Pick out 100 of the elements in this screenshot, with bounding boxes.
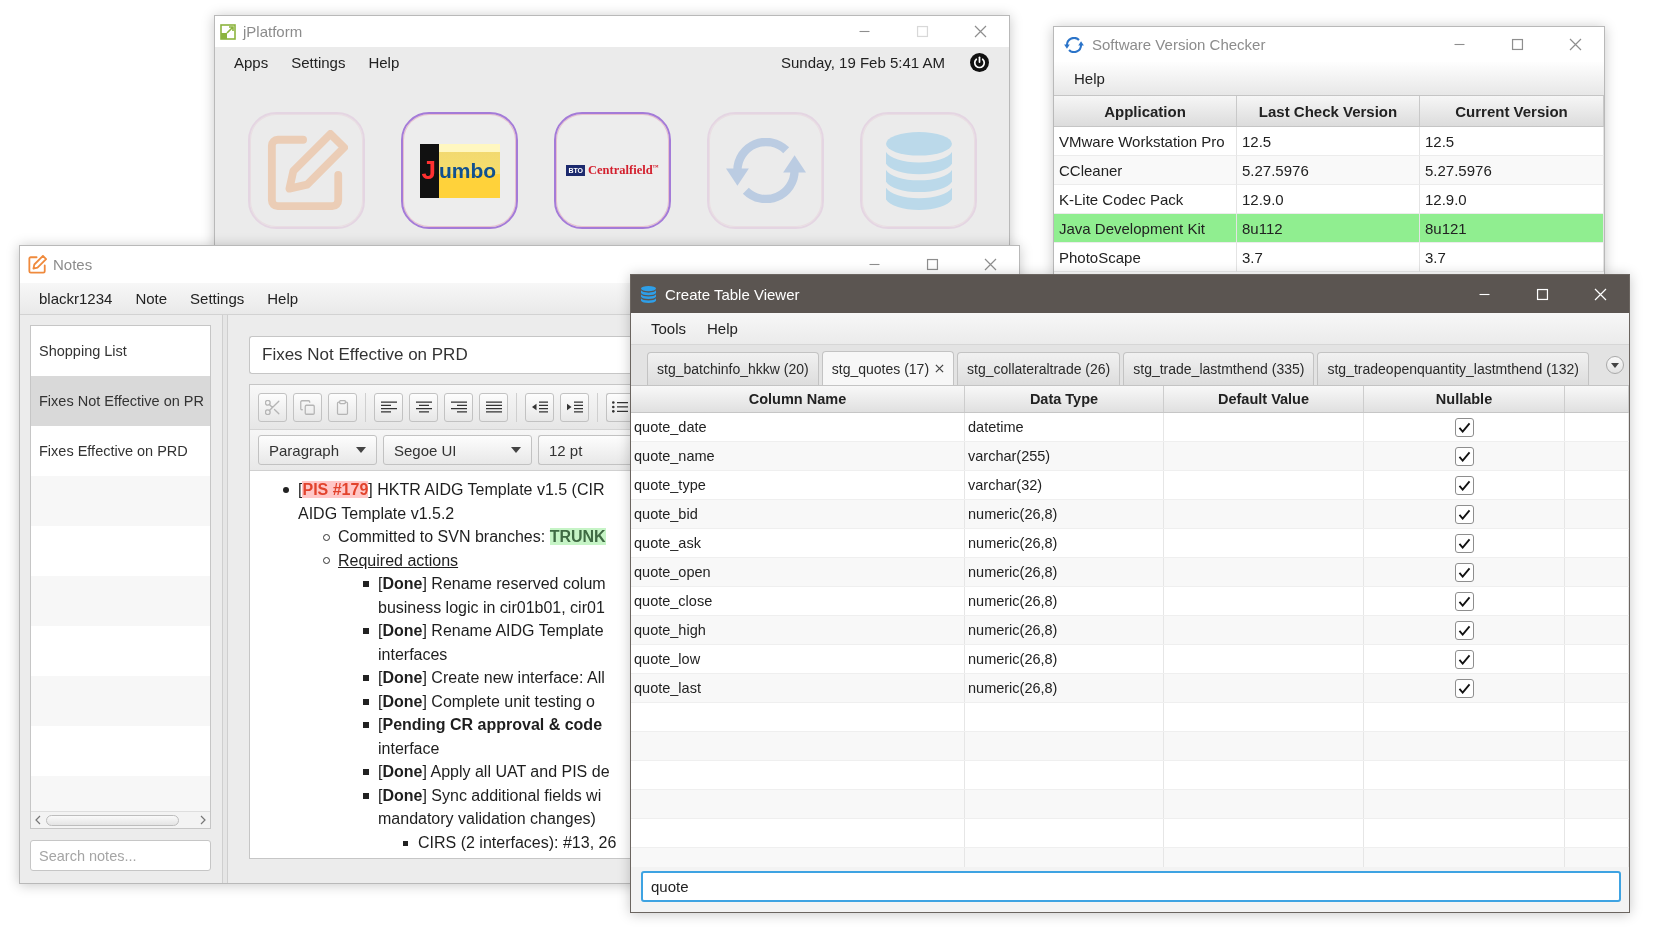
dropdown[interactable]: Segoe UI	[383, 435, 532, 465]
checkbox[interactable]	[1454, 620, 1474, 640]
menu-item[interactable]: Help	[707, 320, 738, 337]
check-icon	[1457, 653, 1471, 665]
tab[interactable]: stg_trade_lastmthend (335)	[1123, 352, 1315, 385]
check-icon	[1457, 566, 1471, 578]
menu-item[interactable]: Help	[267, 290, 299, 307]
check-icon	[1457, 682, 1471, 694]
sync-icon	[1064, 36, 1084, 53]
caret-icon	[1611, 363, 1619, 368]
caret-icon	[511, 447, 521, 453]
app-tile[interactable]: Jumbo	[401, 112, 518, 229]
bullet-icon	[363, 792, 369, 799]
tab[interactable]: stg_collateraltrade (26)	[957, 352, 1121, 385]
toolbar-button[interactable]	[525, 392, 554, 422]
check-icon	[1457, 479, 1471, 491]
list-item-text: [Done] Complete unit testing o	[378, 691, 596, 712]
table-cell: quote_name	[631, 442, 965, 470]
list-item[interactable]: Fixes Not Effective on PR	[31, 376, 210, 426]
checkbox[interactable]	[1454, 417, 1474, 437]
sync-icon	[725, 138, 806, 203]
tab-list-button[interactable]	[1606, 356, 1624, 374]
window-title: jPlatform	[243, 23, 303, 40]
table-cell: numeric(26,8)	[965, 645, 1164, 673]
window-title: Software Version Checker	[1092, 36, 1266, 53]
table-cell: varchar(32)	[965, 471, 1164, 499]
checkbox[interactable]	[1454, 678, 1474, 698]
column-header[interactable]: Application	[1054, 96, 1237, 126]
menu-item[interactable]: Apps	[234, 53, 269, 71]
check-icon	[1457, 421, 1471, 433]
list-item-text: [Done] Create new interface: All	[378, 668, 606, 688]
checkbox[interactable]	[1454, 504, 1474, 524]
bullet-icon	[403, 840, 408, 846]
column-header[interactable]: Nullable	[1364, 386, 1565, 412]
filter-field[interactable]: quote	[641, 871, 1621, 902]
table-cell: varchar(255)	[965, 442, 1164, 470]
tab[interactable]: stg_tradeopenquantity_lastmthend (132)	[1317, 352, 1589, 385]
checkbox[interactable]	[1454, 475, 1474, 495]
checkbox[interactable]	[1454, 533, 1474, 553]
window-logo-icon	[220, 23, 236, 40]
menu-item[interactable]: Note	[135, 290, 168, 307]
toolbar-button[interactable]	[479, 392, 508, 422]
column-header[interactable]: Column Name	[631, 386, 965, 412]
checkbox[interactable]	[1454, 649, 1474, 669]
search-field[interactable]: Search notes...	[30, 840, 211, 871]
pencil-square-icon	[265, 129, 348, 212]
column-header[interactable]: Default Value	[1164, 386, 1364, 412]
toolbar-button[interactable]	[444, 392, 473, 422]
table-cell: numeric(26,8)	[965, 616, 1164, 644]
column-header[interactable]: Last Check Version	[1237, 96, 1420, 126]
scroll-right-icon[interactable]	[200, 815, 206, 825]
toolbar-button[interactable]	[560, 392, 589, 422]
list-item-text: [Done] Apply all UAT and PIS de	[378, 762, 611, 782]
scroll-left-icon[interactable]	[35, 815, 41, 825]
check-icon	[1457, 537, 1471, 549]
list-item-text: [Done] Rename reserved colum business logic in cir01b01, cir01	[378, 574, 607, 618]
bullet-icon	[363, 628, 369, 634]
date-time-label: Sunday, 19 Feb 5:41 AM	[781, 53, 945, 71]
horizontal-scrollbar[interactable]	[31, 811, 210, 828]
table-cell: numeric(26,8)	[965, 500, 1164, 528]
table-cell: quote_type	[631, 471, 965, 499]
toolbar-button[interactable]	[606, 392, 630, 422]
column-header[interactable]: Current Version	[1420, 96, 1604, 126]
scrollbar-thumb[interactable]	[46, 814, 179, 826]
menu-item[interactable]: Settings	[291, 53, 346, 71]
checkbox[interactable]	[1454, 562, 1474, 582]
close-icon[interactable]	[935, 364, 945, 373]
menu-item[interactable]: Help	[368, 53, 400, 71]
toolbar-button[interactable]	[374, 392, 403, 422]
bullet-icon	[363, 698, 369, 705]
window-title: Notes	[53, 256, 93, 273]
check-icon	[1457, 450, 1471, 462]
list-item-text: [Pending CR approval & code interface	[378, 715, 604, 759]
table-cell: quote_low	[631, 645, 965, 673]
power-icon[interactable]	[970, 52, 989, 72]
column-header[interactable]: Data Type	[965, 386, 1164, 412]
dropdown[interactable]: Paragraph	[258, 435, 377, 465]
scissors-icon	[265, 399, 280, 415]
align-right-icon	[450, 401, 467, 413]
checkbox[interactable]	[1454, 446, 1474, 466]
toolbar-button[interactable]	[409, 392, 438, 422]
note-title-field[interactable]: Fixes Not Effective on PRD	[249, 336, 630, 374]
table-cell: numeric(26,8)	[965, 674, 1164, 702]
font-size-field[interactable]: 12 pt	[538, 435, 630, 465]
maximize-icon[interactable]	[1511, 39, 1523, 50]
copy-icon	[300, 399, 315, 415]
maximize-icon[interactable]	[926, 259, 938, 270]
logo-label: Centralfield$^{™}$	[588, 163, 659, 178]
tab[interactable]: stg_batchinfo_hkkw (20)	[647, 352, 819, 385]
menu-item[interactable]: Help	[1074, 70, 1105, 87]
tab[interactable]: stg_quotes (17)	[821, 351, 955, 385]
table-cell: quote_close	[631, 587, 965, 615]
minimize-icon[interactable]	[868, 264, 880, 265]
list-item-text: [Done] Rename AIDG Template interfaces	[378, 621, 605, 665]
checkbox[interactable]	[1454, 591, 1474, 611]
indent-icon	[566, 401, 583, 413]
menu-item[interactable]: Tools	[651, 320, 687, 337]
menu-item[interactable]: Settings	[190, 290, 245, 307]
menu-item[interactable]: blackr1234	[39, 290, 113, 307]
list-item-text: Committed to SVN branches: TRUNK	[338, 527, 607, 547]
